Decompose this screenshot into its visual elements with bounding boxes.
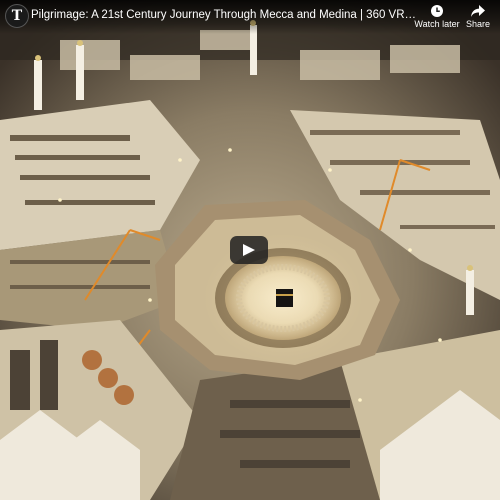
share-label: Share (465, 19, 491, 29)
top-overlay-bar: T Pilgrimage: A 21st Century Journey Thr… (0, 0, 500, 34)
video-title[interactable]: Pilgrimage: A 21st Century Journey Throu… (31, 9, 419, 21)
share-button[interactable]: Share (462, 4, 494, 32)
channel-logo[interactable]: T (5, 4, 29, 28)
video-player[interactable]: T Pilgrimage: A 21st Century Journey Thr… (0, 0, 500, 500)
watch-later-button[interactable]: Watch later (414, 4, 460, 32)
share-arrow-icon (471, 5, 485, 17)
clock-icon (431, 5, 443, 17)
play-button[interactable] (230, 236, 268, 264)
play-icon (243, 244, 255, 256)
watch-later-label: Watch later (414, 19, 460, 29)
